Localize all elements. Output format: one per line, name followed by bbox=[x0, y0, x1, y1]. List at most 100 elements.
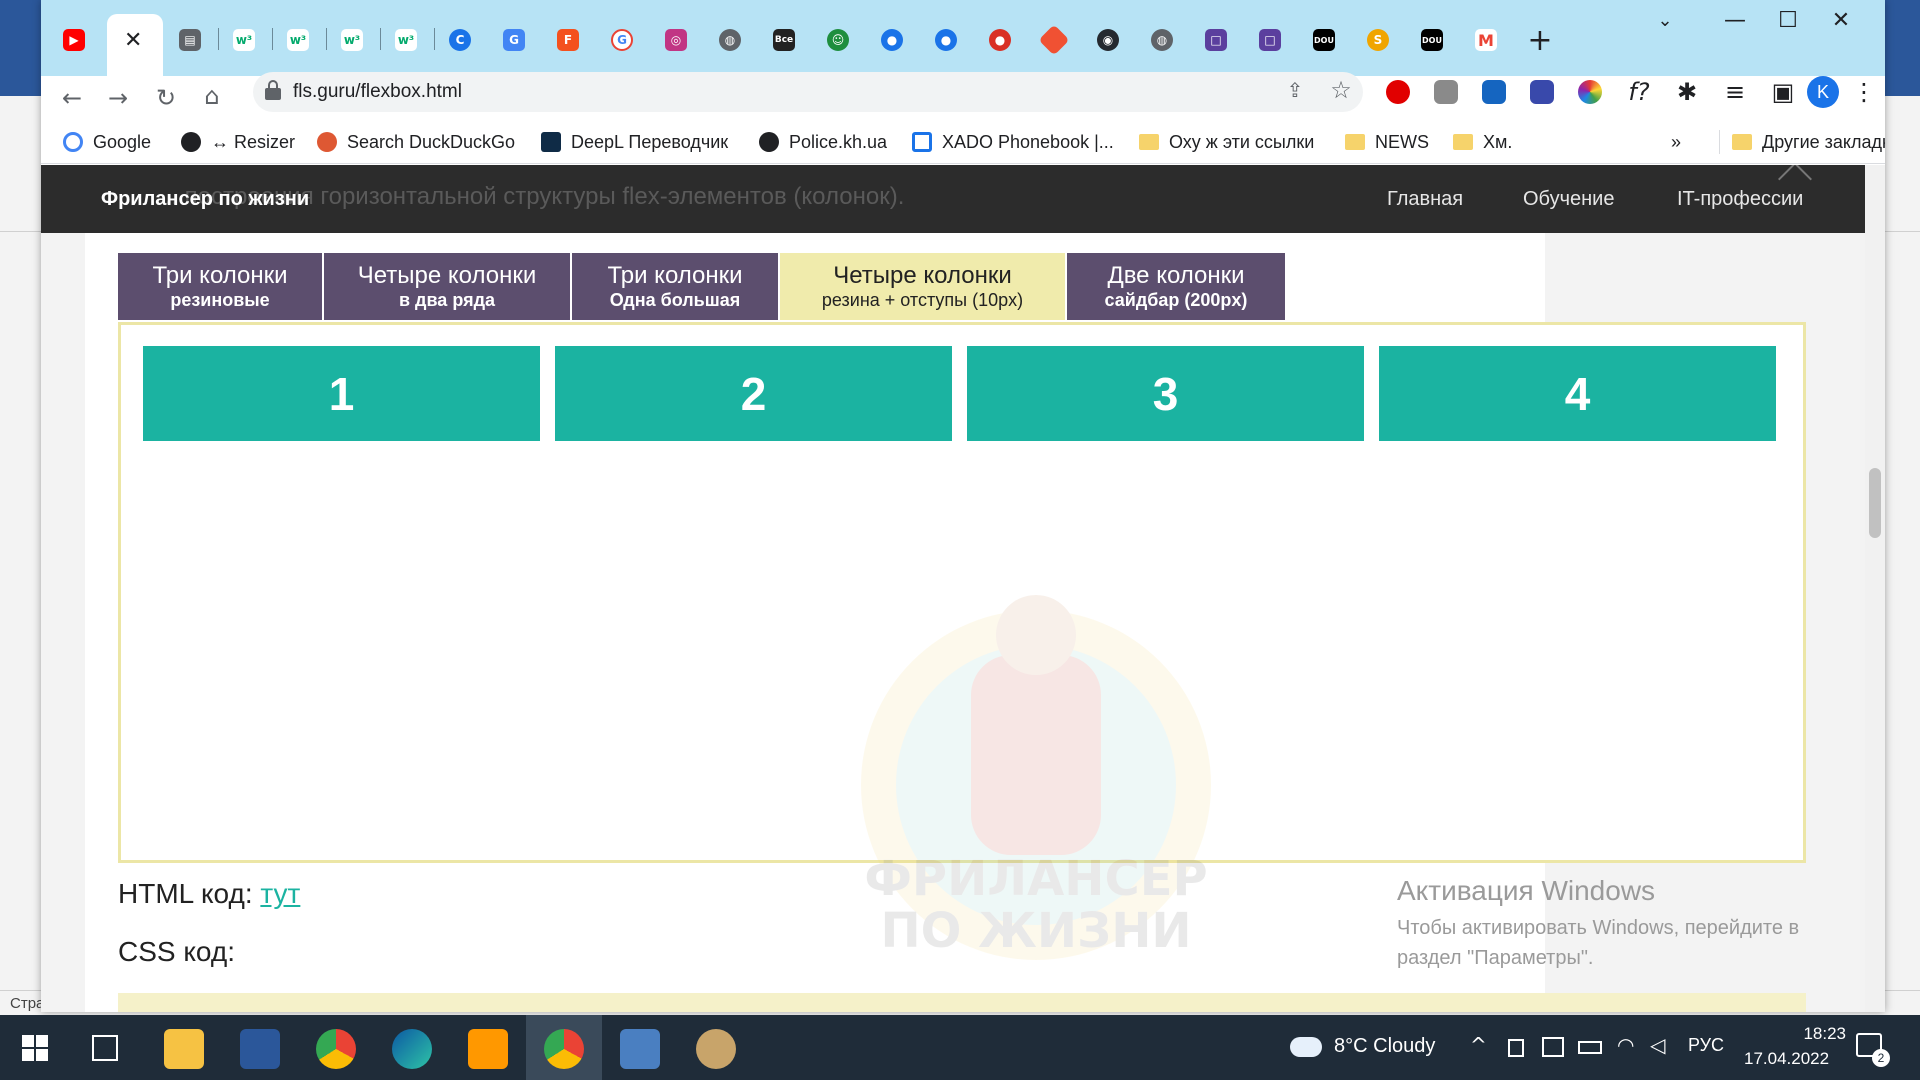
tab-item[interactable]: w³ bbox=[221, 22, 267, 58]
tab-item[interactable]: C bbox=[437, 22, 483, 58]
media-queue-icon[interactable]: ≡ bbox=[1720, 78, 1750, 106]
meet-now-icon[interactable] bbox=[1508, 1039, 1524, 1057]
tab-item[interactable]: ▤ bbox=[167, 22, 213, 58]
vertical-scrollbar[interactable] bbox=[1865, 165, 1885, 1012]
back-icon[interactable]: ← bbox=[57, 84, 87, 112]
task-view-icon[interactable] bbox=[92, 1035, 118, 1061]
clock-time[interactable]: 18:23 bbox=[1766, 1024, 1846, 1044]
bookmark-folder[interactable]: Хм. bbox=[1453, 120, 1512, 164]
bookmark-duckduckgo[interactable]: Search DuckDuckGo bbox=[317, 120, 515, 164]
tab-item[interactable]: M bbox=[1463, 22, 1509, 58]
menu-icon[interactable]: ⋮ bbox=[1849, 78, 1879, 106]
address-bar[interactable]: fls.guru/flexbox.html ⇪ ☆ bbox=[253, 72, 1363, 112]
nav-it-professions[interactable]: IT-профессии bbox=[1677, 188, 1803, 211]
chrome-icon[interactable] bbox=[316, 1029, 356, 1069]
close-window-button[interactable]: ✕ bbox=[1821, 8, 1861, 33]
tab-item[interactable]: □ bbox=[1247, 22, 1293, 58]
chrome-profile-icon[interactable] bbox=[544, 1029, 584, 1069]
tab-item[interactable]: DOU bbox=[1301, 22, 1347, 58]
tab-item[interactable]: w³ bbox=[329, 22, 375, 58]
paint-icon[interactable] bbox=[696, 1029, 736, 1069]
tab-item[interactable]: G bbox=[491, 22, 537, 58]
tab-item[interactable] bbox=[1031, 22, 1077, 58]
remote-desktop-icon[interactable] bbox=[620, 1029, 660, 1069]
tab-four-columns-two-rows[interactable]: Четыре колонки в два ряда bbox=[324, 253, 570, 320]
tab-youtube[interactable]: ▶ bbox=[51, 22, 97, 58]
bookmark-folder[interactable]: NEWS bbox=[1345, 120, 1429, 164]
tab-item[interactable]: DOU bbox=[1409, 22, 1455, 58]
maximize-button[interactable]: ☐ bbox=[1768, 8, 1808, 33]
opera-adblock-icon[interactable] bbox=[1386, 80, 1410, 104]
tab-item[interactable]: ☺ bbox=[815, 22, 861, 58]
activation-title: Активация Windows bbox=[1397, 875, 1656, 906]
file-explorer-icon[interactable] bbox=[164, 1029, 204, 1069]
minimize-button[interactable]: — bbox=[1715, 8, 1755, 33]
tray-app-icon[interactable] bbox=[1542, 1037, 1564, 1057]
share-icon[interactable]: ⇪ bbox=[1280, 78, 1310, 102]
battery-icon[interactable] bbox=[1578, 1041, 1602, 1054]
bookmark-resizer[interactable]: ↔ Resizer bbox=[181, 120, 295, 164]
edge-icon[interactable] bbox=[392, 1029, 432, 1069]
tab-three-columns-one-large[interactable]: Три колонки Одна большая bbox=[572, 253, 778, 320]
tab-item[interactable]: ◉ bbox=[1085, 22, 1131, 58]
sublime-icon[interactable] bbox=[468, 1029, 508, 1069]
deepl-icon bbox=[541, 132, 561, 152]
clock-date[interactable]: 17.04.2022 bbox=[1744, 1049, 1829, 1069]
bookmark-google[interactable]: Google bbox=[63, 120, 151, 164]
function-icon[interactable]: f? bbox=[1624, 78, 1654, 106]
tab-item[interactable]: w³ bbox=[383, 22, 429, 58]
tab-item[interactable]: ● bbox=[977, 22, 1023, 58]
reload-icon[interactable]: ↻ bbox=[151, 84, 181, 112]
id-extension-icon[interactable] bbox=[1482, 80, 1506, 104]
volume-icon[interactable]: ◁ bbox=[1650, 1033, 1665, 1057]
bookmark-deepl[interactable]: DeepL Переводчик bbox=[541, 120, 728, 164]
extension-icon[interactable] bbox=[1434, 80, 1458, 104]
site-logo-text[interactable]: Фрилансер по жизни bbox=[101, 188, 309, 211]
html-code-link[interactable]: тут bbox=[260, 878, 300, 909]
tab-search-icon[interactable]: ⌄ bbox=[1645, 10, 1685, 31]
tab-item[interactable]: F bbox=[545, 22, 591, 58]
side-panel-icon[interactable]: ▣ bbox=[1768, 78, 1798, 106]
wifi-icon[interactable]: ◠ bbox=[1617, 1033, 1634, 1057]
forward-icon[interactable]: → bbox=[103, 84, 133, 112]
new-tab-button[interactable]: + bbox=[1517, 22, 1563, 58]
tray-overflow-icon[interactable]: ^ bbox=[1470, 1033, 1487, 1057]
home-icon[interactable]: ⌂ bbox=[197, 82, 227, 110]
scrollbar-thumb[interactable] bbox=[1869, 468, 1881, 538]
tab-item[interactable]: ◍ bbox=[1139, 22, 1185, 58]
map-pin-icon: ● bbox=[935, 29, 957, 51]
extension-badge-icon[interactable] bbox=[1530, 80, 1554, 104]
url-text[interactable]: fls.guru/flexbox.html bbox=[293, 81, 462, 103]
bookmark-folder[interactable]: Оху ж эти ссылки bbox=[1139, 120, 1314, 164]
word-icon[interactable] bbox=[240, 1029, 280, 1069]
weather-text[interactable]: 8°C Cloudy bbox=[1334, 1035, 1435, 1058]
nav-learning[interactable]: Обучение bbox=[1523, 188, 1614, 211]
tab-item[interactable]: Все bbox=[761, 22, 807, 58]
w3schools-icon: w³ bbox=[395, 29, 417, 51]
puzzle-extensions-icon[interactable]: ✱ bbox=[1672, 78, 1702, 106]
bookmark-police[interactable]: Police.kh.ua bbox=[759, 120, 887, 164]
tab-item[interactable]: ● bbox=[869, 22, 915, 58]
other-bookmarks[interactable]: Другие закладки bbox=[1719, 130, 1885, 154]
tab-item[interactable]: ◎ bbox=[653, 22, 699, 58]
close-tab-icon[interactable]: ✕ bbox=[124, 28, 142, 53]
active-tab[interactable]: ✕ bbox=[107, 14, 163, 76]
tab-item[interactable]: □ bbox=[1193, 22, 1239, 58]
robot-icon: ▤ bbox=[179, 29, 201, 51]
profile-avatar[interactable]: K bbox=[1807, 76, 1839, 108]
tab-three-columns-fluid[interactable]: Три колонки резиновые bbox=[118, 253, 322, 320]
tab-item[interactable]: ◍ bbox=[707, 22, 753, 58]
tab-item[interactable]: ● bbox=[923, 22, 969, 58]
tab-item[interactable]: G bbox=[599, 22, 645, 58]
bookmark-xado[interactable]: XADO Phonebook |... bbox=[912, 120, 1114, 164]
tab-two-columns-sidebar[interactable]: Две колонки сайдбар (200px) bbox=[1067, 253, 1285, 320]
color-picker-icon[interactable] bbox=[1578, 80, 1602, 104]
language-indicator[interactable]: РУС bbox=[1688, 1035, 1724, 1056]
tab-four-columns-gaps[interactable]: Четыре колонки резина + отступы (10px) bbox=[780, 253, 1065, 320]
bookmarks-overflow[interactable]: » bbox=[1671, 120, 1681, 164]
nav-home[interactable]: Главная bbox=[1387, 188, 1463, 211]
tab-item[interactable]: w³ bbox=[275, 22, 321, 58]
bookmark-star-icon[interactable]: ☆ bbox=[1326, 76, 1356, 104]
windows-start-icon[interactable] bbox=[22, 1035, 48, 1061]
tab-item[interactable]: S bbox=[1355, 22, 1401, 58]
